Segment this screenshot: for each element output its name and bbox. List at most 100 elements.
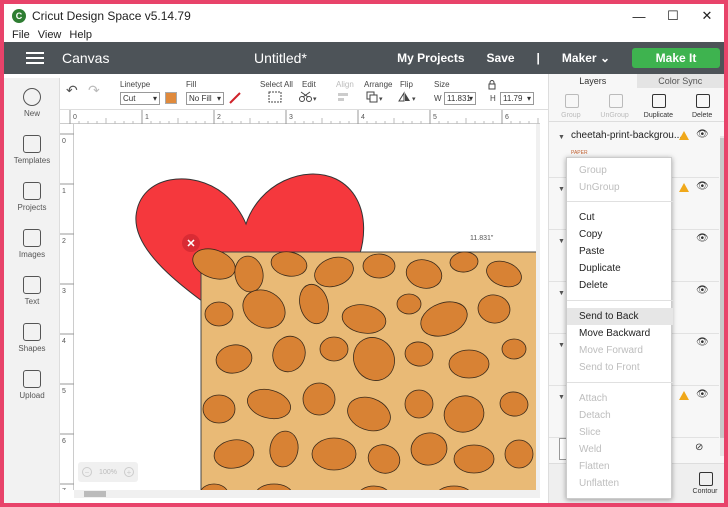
menu-view[interactable]: View [38, 29, 62, 41]
align-icon[interactable] [336, 91, 354, 103]
ruler-tick-label: 3 [289, 114, 293, 121]
sidebar-item-projects[interactable]: Projects [4, 182, 60, 212]
save-button[interactable]: Save [487, 51, 515, 65]
ruler-tick-label: 4 [62, 338, 66, 345]
vertical-scrollbar[interactable] [536, 124, 540, 490]
menu-item-attach[interactable]: Attach [567, 390, 673, 407]
menu-item-unflatten[interactable]: Unflatten [567, 475, 673, 492]
width-label: W [434, 94, 442, 103]
select-all-label: Select All [260, 80, 293, 89]
cheetah-spot [453, 444, 495, 474]
eye-icon[interactable]: 👁 [696, 285, 709, 296]
ruler-tick-label: 2 [217, 114, 221, 121]
close-icon[interactable]: ✕ [690, 4, 724, 28]
redo-icon[interactable]: ↷ [88, 82, 100, 99]
flip-icon[interactable]: ▾ [398, 91, 418, 103]
menu-item-duplicate[interactable]: Duplicate [567, 260, 673, 277]
menu-item-paste[interactable]: Paste [567, 243, 673, 260]
expand-icon[interactable]: ▼ [558, 238, 565, 245]
menu-item-ungroup[interactable]: UnGroup [567, 179, 673, 196]
ruler-tick-label: 7 [62, 488, 66, 490]
menu-item-weld[interactable]: Weld [567, 441, 673, 458]
machine-select[interactable]: Maker ⌄ [562, 51, 610, 65]
sidebar-item-shapes[interactable]: Shapes [4, 323, 60, 353]
menu-item-move-backward[interactable]: Move Backward [567, 325, 673, 342]
eye-icon[interactable]: 👁 [696, 181, 709, 192]
sidebar-item-label: New [23, 109, 40, 118]
edit-scissors-icon[interactable]: ▾ [298, 91, 318, 103]
cheetah-spot [362, 253, 396, 279]
expand-icon[interactable]: ▼ [558, 394, 565, 401]
eye-icon[interactable]: 👁 [696, 233, 709, 244]
menu-item-slice[interactable]: Slice [567, 424, 673, 441]
sidebar-item-upload[interactable]: Upload [4, 370, 60, 400]
linetype-color-swatch[interactable] [165, 92, 177, 104]
title-bar: C Cricut Design Space v5.14.79 — ☐ ✕ [4, 4, 724, 28]
my-projects-button[interactable]: My Projects [397, 51, 464, 65]
delete-button[interactable]: Delete [680, 88, 724, 121]
sidebar-item-images[interactable]: Images [4, 229, 60, 259]
arrange-icon[interactable]: ▾ [366, 91, 386, 103]
delete-handle-mark: ✕ [186, 238, 195, 250]
menu-item-move-forward[interactable]: Move Forward [567, 342, 673, 359]
expand-icon[interactable]: ▼ [558, 342, 565, 349]
width-input[interactable]: 11.831 [444, 92, 476, 105]
expand-icon[interactable]: ▼ [558, 186, 565, 193]
minimize-icon[interactable]: — [622, 4, 656, 28]
eye-icon[interactable]: 👁 [696, 129, 709, 140]
select-all-icon[interactable] [268, 91, 282, 103]
arrange-label: Arrange [364, 80, 393, 89]
tab-layers[interactable]: Layers [549, 74, 637, 88]
duplicate-button[interactable]: Duplicate [637, 88, 681, 121]
image-icon [23, 229, 41, 247]
expand-icon[interactable]: ▼ [558, 290, 565, 297]
menu-item-send-to-front[interactable]: Send to Front [567, 359, 673, 376]
projects-icon [23, 182, 41, 200]
panel-scrollbar[interactable] [720, 136, 724, 456]
design-canvas[interactable]: ✕ [74, 124, 540, 490]
sidebar-item-new[interactable]: New [4, 88, 60, 118]
fill-label: Fill [186, 80, 197, 89]
ruler-tick-label: 4 [361, 114, 365, 121]
cheetah-spot [204, 301, 234, 327]
lock-icon[interactable] [488, 80, 496, 90]
menu-item-copy[interactable]: Copy [567, 226, 673, 243]
menu-file[interactable]: File [12, 29, 30, 41]
eye-icon[interactable]: 👁 [696, 389, 709, 400]
undo-icon[interactable]: ↶ [66, 82, 78, 99]
height-input[interactable]: 11.79 [500, 92, 534, 105]
sidebar-item-text[interactable]: Text [4, 276, 60, 306]
edit-toolbar: ↶ ↷ Linetype Cut Fill No Fill Select All… [4, 74, 548, 110]
fill-select[interactable]: No Fill [186, 92, 224, 105]
contour-button[interactable]: Contour [685, 464, 724, 503]
horizontal-scrollbar[interactable] [74, 490, 540, 498]
tshirt-icon [23, 135, 41, 153]
menu-item-send-to-back[interactable]: Send to Back [567, 308, 673, 325]
menu-item-cut[interactable]: Cut [567, 209, 673, 226]
no-fill-icon[interactable] [229, 92, 241, 104]
zoom-control: − 100% + [78, 462, 138, 482]
hide-eye-icon[interactable]: ⊘ [695, 442, 703, 453]
menu-help[interactable]: Help [69, 29, 92, 41]
menu-item-detach[interactable]: Detach [567, 407, 673, 424]
maximize-icon[interactable]: ☐ [656, 4, 690, 28]
sidebar-item-label: Shapes [18, 344, 46, 353]
zoom-in-button[interactable]: + [124, 467, 134, 477]
header-separator: | [536, 51, 540, 65]
project-title[interactable]: Untitled* [254, 50, 307, 66]
eye-icon[interactable]: 👁 [696, 337, 709, 348]
linetype-select[interactable]: Cut [120, 92, 160, 105]
hamburger-menu-icon[interactable] [26, 49, 44, 67]
ungroup-button[interactable]: UnGroup [593, 88, 637, 121]
menu-bar: File View Help [4, 28, 724, 42]
tab-color-sync[interactable]: Color Sync [636, 74, 724, 88]
group-button[interactable]: Group [549, 88, 593, 121]
menu-item-flatten[interactable]: Flatten [567, 458, 673, 475]
cheetah-spot [396, 293, 422, 315]
menu-item-delete[interactable]: Delete [567, 277, 673, 294]
zoom-out-button[interactable]: − [82, 467, 92, 477]
expand-icon[interactable]: ▼ [558, 134, 565, 141]
sidebar-item-templates[interactable]: Templates [4, 135, 60, 165]
menu-item-group[interactable]: Group [567, 162, 673, 179]
make-it-button[interactable]: Make It [632, 48, 720, 68]
